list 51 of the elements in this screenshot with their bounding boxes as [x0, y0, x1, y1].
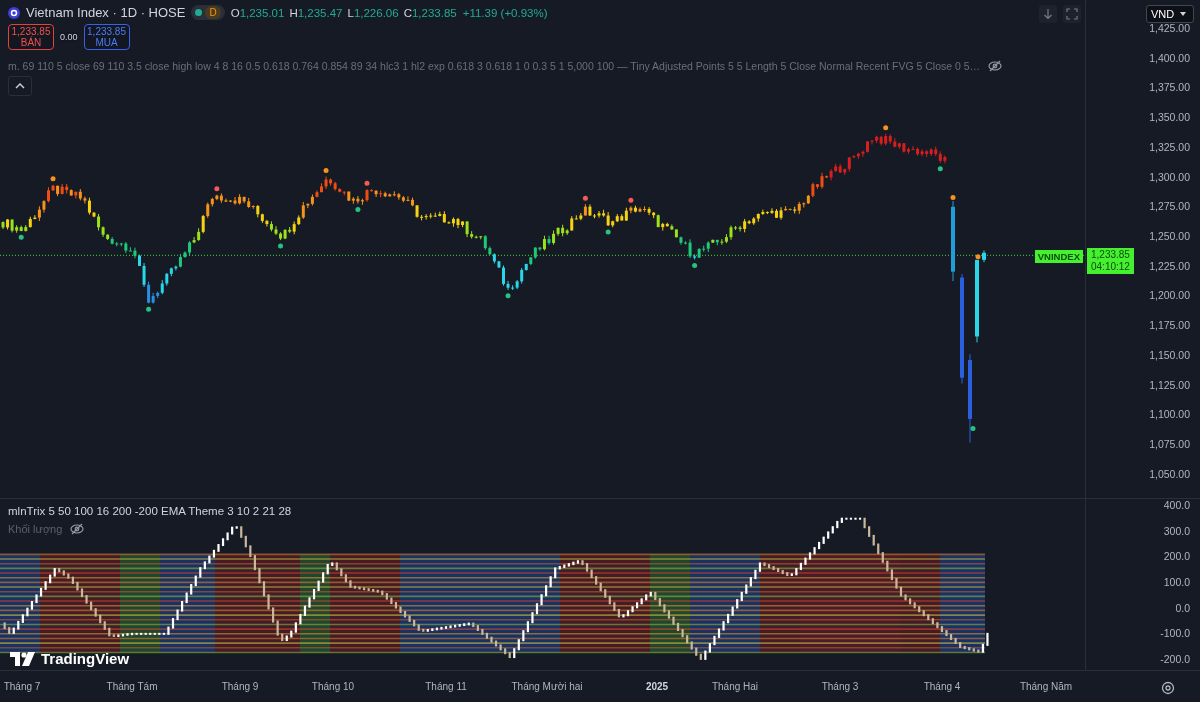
time-axis-label: Tháng 9: [221, 681, 259, 692]
time-axis-label: Tháng Năm: [1019, 681, 1073, 692]
time-axis-label: Tháng 10: [311, 681, 355, 692]
price-axis-label: 1,375.00: [1149, 81, 1190, 94]
indicator-legend: m. 69 110 5 close 69 110 3.5 close high low 4 8 16 0.5 0.618 0.764 0.854 89 34 hlc3 1 hl2 exp 0.618 3 0.618 1 0 0.3 5 1 5,000 100 — Tiny Adjusted Points 5 5 Length 5 Close Normal Recent FVG 5 Close 0 5…: [8, 60, 981, 72]
price-axis-label: 1,125.00: [1149, 378, 1190, 391]
time-axis-label: Tháng Tám: [106, 681, 158, 692]
ohlc-value: H1,235.47: [289, 6, 343, 19]
price-axis-label: 1,400.00: [1149, 51, 1190, 64]
price-axis-label: 1,075.00: [1149, 438, 1190, 451]
price-axis-label: 1,425.00: [1149, 22, 1190, 34]
price-axis-label: 1,100.00: [1149, 408, 1190, 421]
sell-button[interactable]: 1,233.85 BÁN: [8, 24, 54, 50]
symbol-price-label: VNINDEX: [1034, 250, 1083, 263]
price-axis-label: 1,050.00: [1149, 467, 1190, 480]
price-axis-label: 1,325.00: [1149, 140, 1190, 153]
hidden-indicator-label: Khối lượng: [8, 523, 63, 535]
symbol-title[interactable]: Vietnam Index · 1D · HOSE: [26, 5, 186, 20]
time-axis-label: Tháng 11: [425, 681, 467, 692]
price-axis-label: 1,175.00: [1149, 319, 1190, 332]
time-axis-label: 2025: [645, 681, 669, 692]
ohlc-value: C1,233.85: [403, 6, 457, 19]
time-axis-label: Tháng 4: [923, 681, 961, 692]
market-status[interactable]: D: [191, 5, 225, 20]
logo-text: TradingView: [41, 650, 130, 667]
currency-dropdown[interactable]: VND: [1146, 5, 1194, 23]
time-axis-label: Tháng Mười hai: [511, 681, 583, 692]
price-axis-label: 1,150.00: [1149, 348, 1190, 361]
oscillator-axis-label: 200.0: [1163, 550, 1190, 563]
time-axis-label: Tháng Hai: [711, 681, 759, 692]
price-axis-label: 1,350.00: [1149, 111, 1190, 124]
price-axis-label: 1,275.00: [1149, 200, 1190, 213]
oscillator-axis-label: -100.0: [1160, 627, 1190, 640]
buy-button[interactable]: 1,233.85 MUA: [83, 24, 130, 50]
ohlc-value: O1,235.01: [230, 6, 285, 19]
time-axis-label: Tháng 7: [3, 681, 41, 692]
oscillator-axis-label: 0.0: [1175, 601, 1190, 614]
price-axis-label: 1,300.00: [1149, 170, 1190, 183]
price-axis-label: 1,225.00: [1149, 259, 1190, 272]
price-change: +11.39 (+0.93%): [462, 6, 548, 19]
oscillator-axis-label: 400.0: [1163, 499, 1190, 511]
price-axis-label: 1,250.00: [1149, 230, 1190, 243]
last-price-tag: 1,233.85 04:10:12: [1087, 248, 1134, 274]
oscillator-axis-label: -200.0: [1160, 652, 1190, 665]
time-axis-label: Tháng 3: [821, 681, 859, 692]
ohlc-value: L1,226.06: [347, 6, 399, 19]
oscillator-title: mlnTrix 5 50 100 16 200 -200 EMA Theme 3 10 2 21 28: [8, 505, 292, 517]
price-axis-label: 1,200.00: [1149, 289, 1190, 302]
oscillator-axis-label: 300.0: [1163, 524, 1190, 537]
spread-value: 0.00: [60, 32, 78, 42]
oscillator-axis-label: 100.0: [1163, 575, 1190, 588]
